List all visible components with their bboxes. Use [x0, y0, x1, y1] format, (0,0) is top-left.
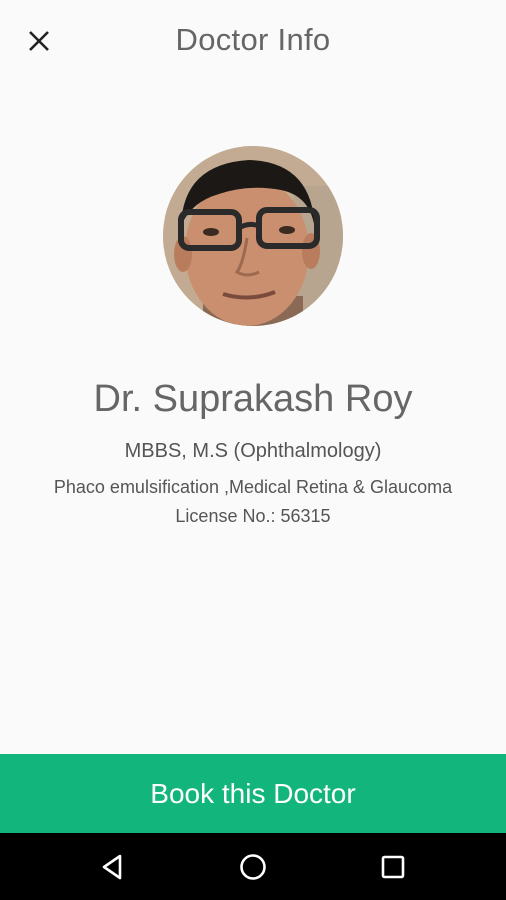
- nav-home-button[interactable]: [229, 843, 277, 891]
- back-triangle-icon: [102, 854, 122, 880]
- doctor-info-screen: Doctor Info Dr. Suprakash Roy MBBS, M.S …: [0, 0, 506, 900]
- book-doctor-button[interactable]: Book this Doctor: [0, 754, 506, 833]
- recents-square-icon: [381, 855, 405, 879]
- doctor-degree: MBBS, M.S (Ophthalmology): [124, 440, 382, 462]
- nav-back-button[interactable]: [89, 843, 137, 891]
- doctor-name: Dr. Suprakash Roy: [93, 378, 413, 420]
- doctor-specialty: Phaco emulsification ,Medical Retina & G…: [53, 477, 453, 497]
- system-navigation-bar: [0, 833, 506, 900]
- doctor-license: License No.: 56315: [0, 506, 506, 527]
- page-title: Doctor Info: [175, 22, 331, 57]
- nav-recents-button[interactable]: [369, 843, 417, 891]
- home-circle-icon: [240, 854, 266, 880]
- doctor-photo-illustration: [163, 146, 343, 326]
- license-label: License No.:: [175, 506, 276, 526]
- top-app-bar: Doctor Info: [0, 0, 506, 82]
- license-number: 56315: [280, 506, 331, 526]
- doctor-avatar: [163, 146, 343, 326]
